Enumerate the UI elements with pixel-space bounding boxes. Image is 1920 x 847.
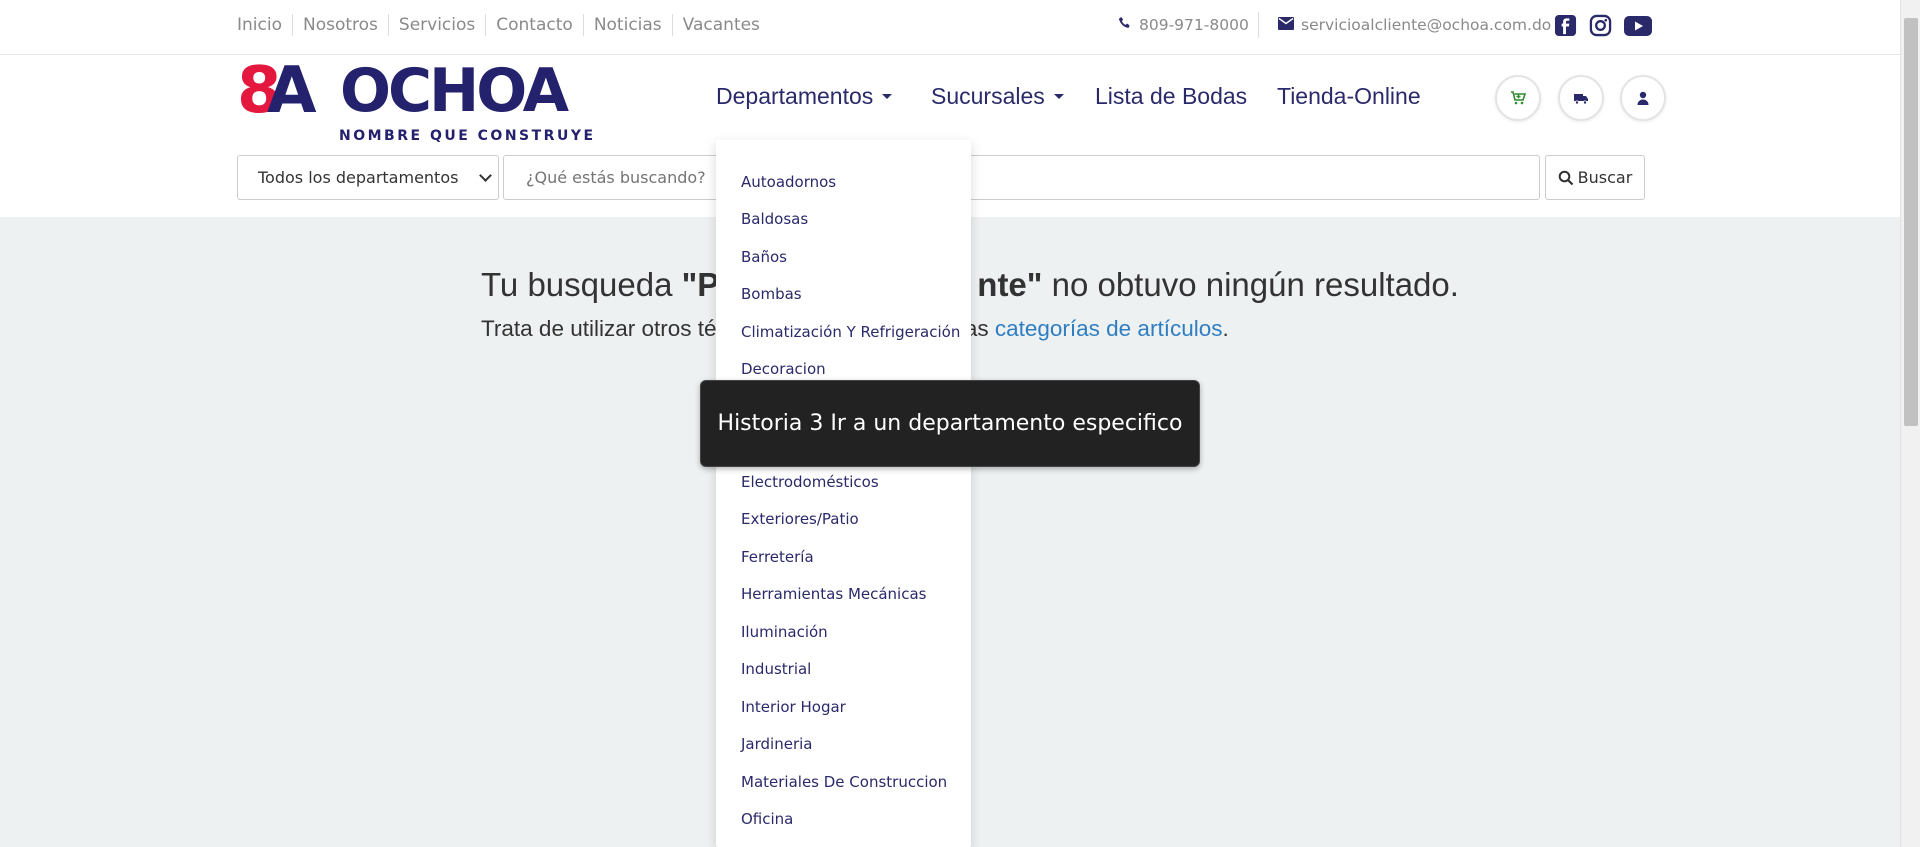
- delivery-button[interactable]: [1558, 75, 1604, 121]
- logo-tagline: NOMBRE QUE CONSTRUYE: [339, 128, 596, 144]
- search-button-label: Buscar: [1577, 168, 1633, 187]
- email-contact[interactable]: servicioalcliente@ochoa.com.do: [1278, 14, 1551, 36]
- phone-icon: [1118, 14, 1132, 36]
- user-icon: [1637, 91, 1649, 105]
- dropdown-item-baldosas[interactable]: Baldosas: [741, 210, 808, 228]
- top-link-servicios[interactable]: Servicios: [387, 14, 485, 36]
- social-links: [1554, 14, 1664, 37]
- contact-divider: [1258, 12, 1259, 38]
- department-select-value: Todos los departamentos: [258, 168, 459, 187]
- nav-tienda-online[interactable]: Tienda-Online: [1277, 83, 1421, 110]
- dropdown-item-decoracion[interactable]: Decoracion: [741, 360, 826, 378]
- dropdown-item-exteriores[interactable]: Exteriores/Patio: [741, 510, 859, 528]
- envelope-icon: [1278, 14, 1294, 36]
- dropdown-item-interior-hogar[interactable]: Interior Hogar: [741, 698, 846, 716]
- facebook-icon[interactable]: [1554, 14, 1577, 37]
- nav-departamentos-label: Departamentos: [716, 83, 874, 109]
- result-prefix: Tu busqueda: [481, 266, 682, 303]
- departamentos-dropdown: Autoadornos Baldosas Baños Bombas Climat…: [716, 140, 971, 847]
- logo-name: OCHOA: [340, 56, 569, 126]
- phone-contact[interactable]: 809-971-8000: [1118, 14, 1249, 36]
- dropdown-item-iluminacion[interactable]: Iluminación: [741, 623, 828, 641]
- dropdown-item-electrodomesticos[interactable]: Electrodomésticos: [741, 473, 879, 491]
- instagram-icon[interactable]: [1589, 14, 1612, 37]
- result-query-start: "P: [681, 266, 720, 303]
- result-suffix: no obtuvo ningún resultado.: [1042, 266, 1459, 303]
- dropdown-item-ferreteria[interactable]: Ferretería: [741, 548, 814, 566]
- dropdown-item-industrial[interactable]: Industrial: [741, 660, 811, 678]
- nav-departamentos[interactable]: Departamentos: [716, 83, 893, 110]
- email-address: servicioalcliente@ochoa.com.do: [1301, 16, 1552, 34]
- dropdown-item-oficina[interactable]: Oficina: [741, 810, 793, 828]
- cart-button[interactable]: [1495, 75, 1541, 121]
- top-link-inicio[interactable]: Inicio: [237, 14, 292, 36]
- dropdown-item-climatizacion[interactable]: Climatización Y Refrigeración: [741, 323, 960, 341]
- story-caption-overlay: Historia 3 Ir a un departamento especifi…: [700, 380, 1200, 467]
- result-query-end: nte": [977, 266, 1043, 303]
- search-input[interactable]: [503, 155, 1540, 200]
- nav-sucursales[interactable]: Sucursales: [931, 83, 1064, 110]
- top-link-vacantes[interactable]: Vacantes: [671, 14, 770, 36]
- top-utility-bar: Inicio Nosotros Servicios Contacto Notic…: [0, 0, 1900, 55]
- logo-mark-a: A: [267, 54, 317, 128]
- caret-down-icon: [882, 94, 893, 99]
- top-links: Inicio Nosotros Servicios Contacto Notic…: [237, 14, 770, 36]
- cart-icon: [1511, 91, 1526, 105]
- nav-sucursales-label: Sucursales: [931, 83, 1045, 109]
- nav-lista-de-bodas[interactable]: Lista de Bodas: [1095, 83, 1247, 110]
- dropdown-item-materiales[interactable]: Materiales De Construccion: [741, 773, 947, 791]
- dropdown-item-banos[interactable]: Baños: [741, 248, 787, 266]
- youtube-icon[interactable]: [1624, 14, 1652, 37]
- search-button[interactable]: Buscar: [1545, 155, 1645, 200]
- top-link-contacto[interactable]: Contacto: [485, 14, 583, 36]
- dropdown-item-bombas[interactable]: Bombas: [741, 285, 802, 303]
- phone-number: 809-971-8000: [1139, 16, 1249, 34]
- account-button[interactable]: [1620, 75, 1666, 121]
- truck-icon: [1574, 94, 1588, 105]
- dropdown-item-herramientas[interactable]: Herramientas Mecánicas: [741, 585, 926, 603]
- categories-link[interactable]: categorías de artículos: [995, 316, 1223, 341]
- page-scrollbar[interactable]: [1900, 0, 1920, 847]
- top-link-nosotros[interactable]: Nosotros: [291, 14, 388, 36]
- chevron-down-icon: [479, 169, 492, 182]
- dropdown-item-jardineria[interactable]: Jardineria: [741, 735, 812, 753]
- sub-prefix: Trata de utilizar otros té: [481, 316, 717, 341]
- scrollbar-thumb[interactable]: [1904, 18, 1918, 426]
- top-link-noticias[interactable]: Noticias: [582, 14, 672, 36]
- sub-end: .: [1222, 316, 1229, 341]
- dropdown-item-autoadornos[interactable]: Autoadornos: [741, 173, 836, 191]
- search-icon: [1558, 170, 1573, 185]
- department-select[interactable]: Todos los departamentos: [237, 155, 499, 200]
- caret-down-icon: [1053, 94, 1064, 99]
- ochoa-logo[interactable]: 8 A OCHOA NOMBRE QUE CONSTRUYE: [237, 56, 596, 147]
